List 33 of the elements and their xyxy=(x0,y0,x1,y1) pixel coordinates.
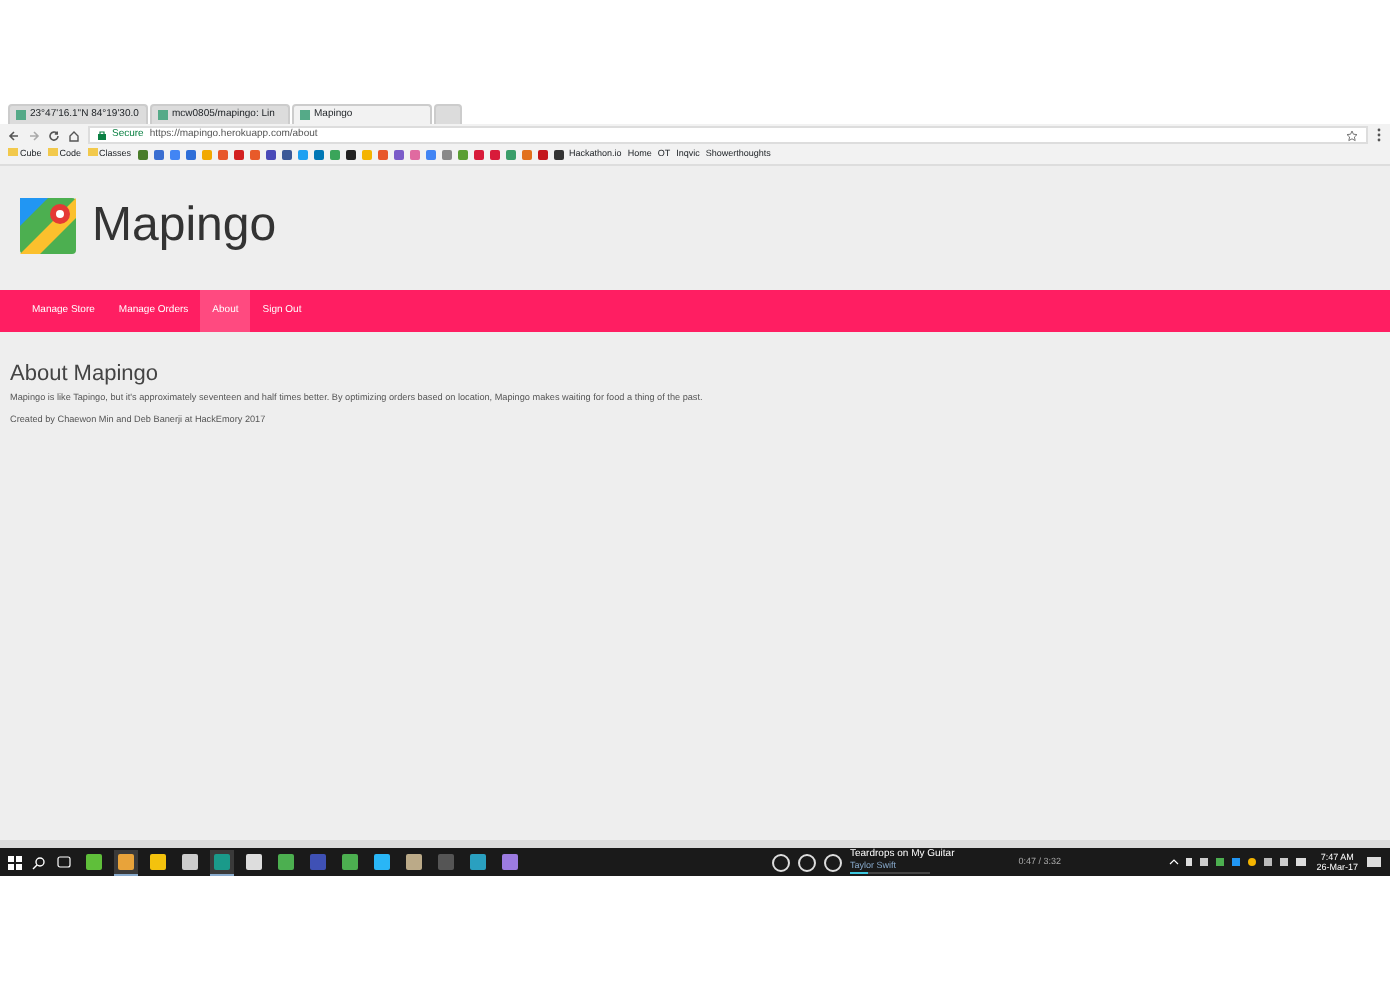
taskbar-app-button[interactable] xyxy=(466,849,490,875)
back-icon[interactable] xyxy=(8,129,20,141)
bookmark-icon[interactable] xyxy=(345,150,356,160)
next-track-button[interactable] xyxy=(824,853,842,871)
taskbar-app-button[interactable] xyxy=(338,849,362,875)
bookmark-icon[interactable] xyxy=(281,150,292,160)
taskbar-app-button[interactable] xyxy=(114,849,138,875)
pause-button[interactable] xyxy=(798,853,816,871)
bookmark-icon[interactable] xyxy=(553,150,564,160)
star-icon[interactable] xyxy=(1346,129,1358,141)
taskbar-app-button[interactable] xyxy=(210,849,234,875)
tray-icons-drawing xyxy=(1168,856,1309,868)
notification-icon[interactable] xyxy=(1366,855,1382,869)
taskbar-app-button[interactable] xyxy=(82,849,106,875)
taskbar-app-button[interactable] xyxy=(146,849,170,875)
search-icon[interactable] xyxy=(32,855,46,869)
taskbar-app-button[interactable] xyxy=(370,849,394,875)
bookmark-icon[interactable] xyxy=(265,150,276,160)
taskbar-app-button[interactable] xyxy=(178,849,202,875)
previous-track-button[interactable] xyxy=(772,853,790,871)
task-view-icon[interactable] xyxy=(56,856,72,868)
map-logo-icon xyxy=(20,198,76,254)
lock-icon xyxy=(98,130,106,140)
taskbar-app-button[interactable] xyxy=(498,849,522,875)
page-heading: About Mapingo xyxy=(10,362,160,389)
windows-start-icon[interactable] xyxy=(8,855,22,869)
taskbar-app-button[interactable] xyxy=(242,849,266,875)
brand-title: Mapingo xyxy=(92,196,277,256)
taskbar-app-button[interactable] xyxy=(274,849,298,875)
home-icon[interactable] xyxy=(68,129,80,141)
menu-icon[interactable] xyxy=(1376,128,1382,142)
reload-icon[interactable] xyxy=(48,129,60,141)
taskbar-app-button[interactable] xyxy=(402,849,426,875)
